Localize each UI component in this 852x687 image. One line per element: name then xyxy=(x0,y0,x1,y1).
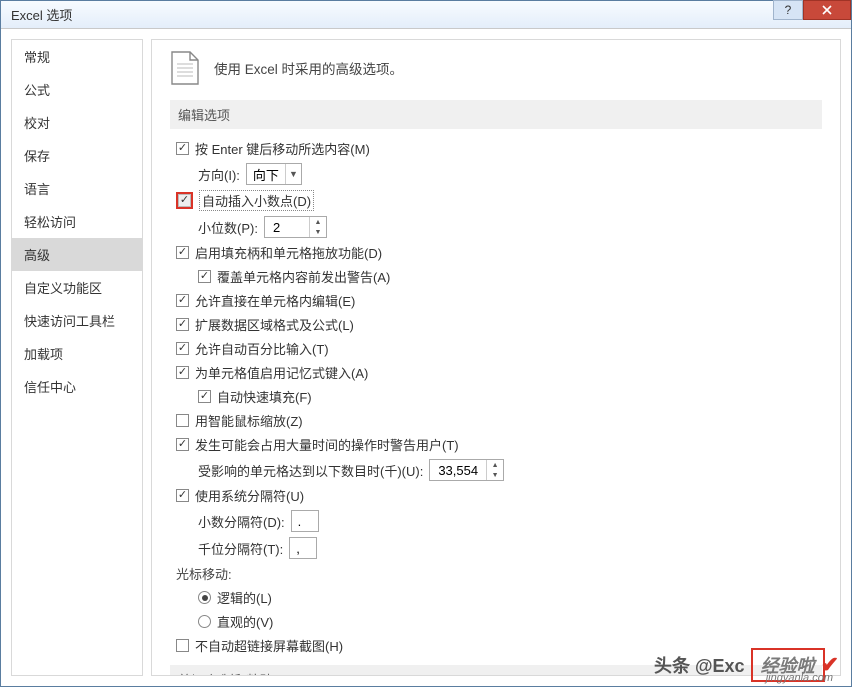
checkbox-auto-decimal[interactable] xyxy=(178,194,191,207)
opt-intellimouse: 用智能鼠标缩放(Z) xyxy=(170,411,822,430)
opt-edit-in-cell: 允许直接在单元格内编辑(E) xyxy=(170,291,822,310)
combo-direction[interactable]: 向下 ▼ xyxy=(246,163,302,185)
document-icon xyxy=(170,50,200,86)
spinner-decimal-value: 2 xyxy=(265,217,309,237)
radio-logical[interactable] xyxy=(198,591,211,604)
checkbox-extend-formats[interactable] xyxy=(176,318,189,331)
opt-thousands-sep: 千位分隔符(T): , xyxy=(170,537,822,559)
label-percent-entry: 允许自动百分比输入(T) xyxy=(195,339,329,358)
sidebar-item-general[interactable]: 常规 xyxy=(12,40,142,73)
spinner-down-icon[interactable]: ▼ xyxy=(487,470,503,480)
sidebar-item-advanced[interactable]: 高级 xyxy=(12,238,142,271)
spinner-buttons: ▲▼ xyxy=(309,217,326,237)
checkbox-enter-move[interactable] xyxy=(176,142,189,155)
watermark-toutiao: 头条 @Exc xyxy=(654,652,745,678)
opt-cells-threshold: 受影响的单元格达到以下数目时(千)(U): 33,554 ▲▼ xyxy=(170,459,822,481)
opt-direction: 方向(I): 向下 ▼ xyxy=(170,163,822,185)
titlebar-buttons: ? xyxy=(773,0,851,20)
sidebar-item-ease-of-access[interactable]: 轻松访问 xyxy=(12,205,142,238)
checkbox-percent-entry[interactable] xyxy=(176,342,189,355)
opt-decimal-places: 小位数(P): 2 ▲▼ xyxy=(170,216,822,238)
highlight-auto-decimal xyxy=(176,192,193,209)
opt-enter-move: 按 Enter 键后移动所选内容(M) xyxy=(170,139,822,158)
close-button[interactable] xyxy=(803,0,851,20)
window-title: Excel 选项 xyxy=(11,5,72,24)
label-extend-formats: 扩展数据区域格式及公式(L) xyxy=(195,315,354,334)
spinner-cells-threshold[interactable]: 33,554 ▲▼ xyxy=(429,459,504,481)
label-decimal-sep: 小数分隔符(D): xyxy=(198,512,285,531)
label-flash-fill: 自动快速填充(F) xyxy=(217,387,312,406)
sidebar-item-quick-access[interactable]: 快速访问工具栏 xyxy=(12,304,142,337)
checkbox-overwrite-warn[interactable] xyxy=(198,270,211,283)
watermark-url: jingyanla.com xyxy=(766,672,833,684)
opt-percent-entry: 允许自动百分比输入(T) xyxy=(170,339,822,358)
sidebar-item-customize-ribbon[interactable]: 自定义功能区 xyxy=(12,271,142,304)
spinner-down-icon[interactable]: ▼ xyxy=(310,227,326,237)
opt-fill-handle: 启用填充柄和单元格拖放功能(D) xyxy=(170,243,822,262)
label-enter-move: 按 Enter 键后移动所选内容(M) xyxy=(195,139,370,158)
label-visual: 直观的(V) xyxy=(217,612,273,631)
sidebar-item-addins[interactable]: 加载项 xyxy=(12,337,142,370)
sidebar-item-save[interactable]: 保存 xyxy=(12,139,142,172)
label-auto-decimal: 自动插入小数点(D) xyxy=(199,190,314,211)
opt-autocomplete: 为单元格值启用记忆式键入(A) xyxy=(170,363,822,382)
header-row: 使用 Excel 时采用的高级选项。 xyxy=(170,50,822,86)
label-cells-threshold: 受影响的单元格达到以下数目时(千)(U): xyxy=(198,461,423,480)
close-icon xyxy=(822,5,832,15)
sidebar-item-language[interactable]: 语言 xyxy=(12,172,142,205)
checkbox-intellimouse[interactable] xyxy=(176,414,189,427)
opt-cursor-logical: 逻辑的(L) xyxy=(170,588,822,607)
sidebar-item-trust-center[interactable]: 信任中心 xyxy=(12,370,142,403)
chevron-down-icon: ▼ xyxy=(285,164,301,184)
opt-flash-fill: 自动快速填充(F) xyxy=(170,387,822,406)
label-thousands-sep: 千位分隔符(T): xyxy=(198,539,283,558)
combo-direction-value: 向下 xyxy=(247,165,285,184)
main-panel: 使用 Excel 时采用的高级选项。 编辑选项 按 Enter 键后移动所选内容… xyxy=(151,39,841,676)
label-fill-handle: 启用填充柄和单元格拖放功能(D) xyxy=(195,243,382,262)
label-logical: 逻辑的(L) xyxy=(217,588,272,607)
cursor-heading: 光标移动: xyxy=(176,564,822,583)
input-decimal-sep[interactable]: . xyxy=(291,510,319,532)
opt-cursor-visual: 直观的(V) xyxy=(170,612,822,631)
help-button[interactable]: ? xyxy=(773,0,803,20)
label-intellimouse: 用智能鼠标缩放(Z) xyxy=(195,411,303,430)
titlebar: Excel 选项 ? xyxy=(1,1,851,29)
label-system-sep: 使用系统分隔符(U) xyxy=(195,486,304,505)
label-overwrite-warn: 覆盖单元格内容前发出警告(A) xyxy=(217,267,390,286)
content-area: 常规 公式 校对 保存 语言 轻松访问 高级 自定义功能区 快速访问工具栏 加载… xyxy=(1,29,851,686)
checkbox-fill-handle[interactable] xyxy=(176,246,189,259)
checkbox-flash-fill[interactable] xyxy=(198,390,211,403)
spinner-cells-value: 33,554 xyxy=(430,460,486,480)
opt-overwrite-warn: 覆盖单元格内容前发出警告(A) xyxy=(170,267,822,286)
spinner-decimal-places[interactable]: 2 ▲▼ xyxy=(264,216,327,238)
checkbox-edit-in-cell[interactable] xyxy=(176,294,189,307)
checkbox-system-sep[interactable] xyxy=(176,489,189,502)
section-editing-options: 编辑选项 xyxy=(170,100,822,129)
label-decimal-places: 小位数(P): xyxy=(198,218,258,237)
opt-system-sep: 使用系统分隔符(U) xyxy=(170,486,822,505)
header-text: 使用 Excel 时采用的高级选项。 xyxy=(214,58,403,78)
opt-auto-decimal: 自动插入小数点(D) xyxy=(170,190,822,211)
checkbox-no-hyperlink[interactable] xyxy=(176,639,189,652)
opt-decimal-sep: 小数分隔符(D): . xyxy=(170,510,822,532)
opt-time-warn: 发生可能会占用大量时间的操作时警告用户(T) xyxy=(170,435,822,454)
options-window: Excel 选项 ? 常规 公式 校对 保存 语言 轻松访问 高级 自定义功能区… xyxy=(0,0,852,687)
spinner-up-icon[interactable]: ▲ xyxy=(310,217,326,227)
label-time-warn: 发生可能会占用大量时间的操作时警告用户(T) xyxy=(195,435,459,454)
checkbox-time-warn[interactable] xyxy=(176,438,189,451)
label-autocomplete: 为单元格值启用记忆式键入(A) xyxy=(195,363,368,382)
label-direction: 方向(I): xyxy=(198,165,240,184)
label-edit-in-cell: 允许直接在单元格内编辑(E) xyxy=(195,291,355,310)
spinner-up-icon[interactable]: ▲ xyxy=(487,460,503,470)
input-thousands-sep[interactable]: , xyxy=(289,537,317,559)
opt-extend-formats: 扩展数据区域格式及公式(L) xyxy=(170,315,822,334)
sidebar-item-proofing[interactable]: 校对 xyxy=(12,106,142,139)
label-no-hyperlink: 不自动超链接屏幕截图(H) xyxy=(195,636,343,655)
checkbox-autocomplete[interactable] xyxy=(176,366,189,379)
sidebar-item-formulas[interactable]: 公式 xyxy=(12,73,142,106)
sidebar: 常规 公式 校对 保存 语言 轻松访问 高级 自定义功能区 快速访问工具栏 加载… xyxy=(11,39,143,676)
spinner-buttons: ▲▼ xyxy=(486,460,503,480)
radio-visual[interactable] xyxy=(198,615,211,628)
